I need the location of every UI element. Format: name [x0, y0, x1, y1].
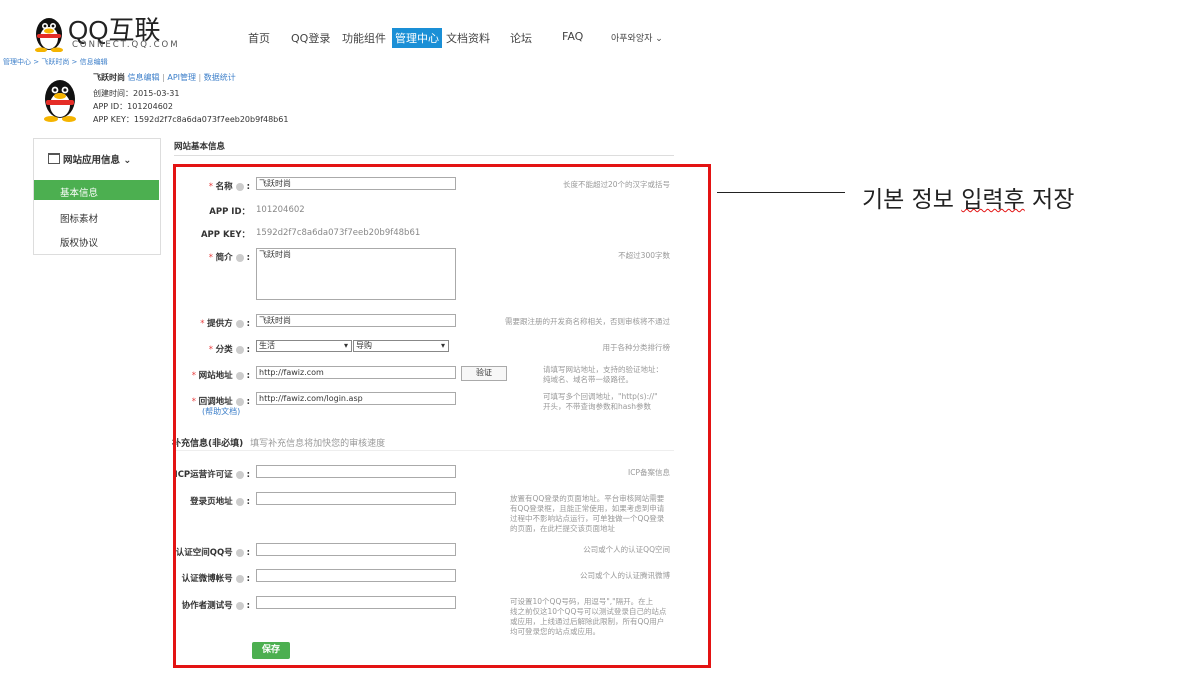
app-header: 飞跃时尚 信息编辑 | API管理 | 数据统计	[93, 73, 236, 82]
breadcrumb[interactable]: 管理中心 > 飞跃时尚 > 信息编辑	[3, 57, 108, 67]
section-divider	[174, 155, 674, 156]
nav-home[interactable]: 首页	[248, 30, 270, 46]
app-created: 创建时间：2015-03-31	[93, 89, 180, 98]
annotation-line	[717, 192, 845, 193]
app-key-line: APP KEY：1592d2f7c8a6da073f7eeb20b9f48b61	[93, 115, 289, 124]
nav-management[interactable]: 管理中心	[392, 28, 442, 48]
user-menu[interactable]: 아푸와앙자 ⌄	[611, 31, 663, 44]
link-info-edit[interactable]: 信息编辑	[128, 73, 160, 82]
app-id-line: APP ID：101204602	[93, 102, 173, 111]
sidebar-title[interactable]: 网站应用信息 ⌄	[48, 152, 131, 166]
sidebar-item-basic-info-label: 基本信息	[60, 188, 99, 199]
highlight-box	[173, 164, 711, 668]
nav-faq[interactable]: FAQ	[562, 30, 583, 43]
app-name: 飞跃时尚	[93, 73, 125, 82]
qq-penguin-logo-icon[interactable]	[32, 14, 66, 53]
window-icon	[48, 153, 60, 164]
nav-components[interactable]: 功能组件	[342, 30, 386, 46]
annotation-text: 기본 정보 입력후 저장	[862, 187, 1075, 213]
sidebar-item-copyright[interactable]: 版权协议	[60, 235, 98, 249]
section-title: 网站基本信息	[174, 142, 226, 152]
nav-docs[interactable]: 文档资料	[446, 30, 490, 46]
app-avatar-icon	[40, 77, 80, 122]
sidebar-item-icons[interactable]: 图标素材	[60, 211, 98, 225]
link-api-manage[interactable]: API管理	[167, 73, 196, 82]
logo-subtitle: CONNECT.QQ.COM	[72, 40, 180, 50]
chevron-down-icon: ⌄	[123, 155, 132, 166]
nav-qq-login[interactable]: QQ登录	[291, 30, 330, 46]
link-statistics[interactable]: 数据统计	[204, 73, 236, 82]
nav-forum[interactable]: 论坛	[510, 30, 532, 46]
